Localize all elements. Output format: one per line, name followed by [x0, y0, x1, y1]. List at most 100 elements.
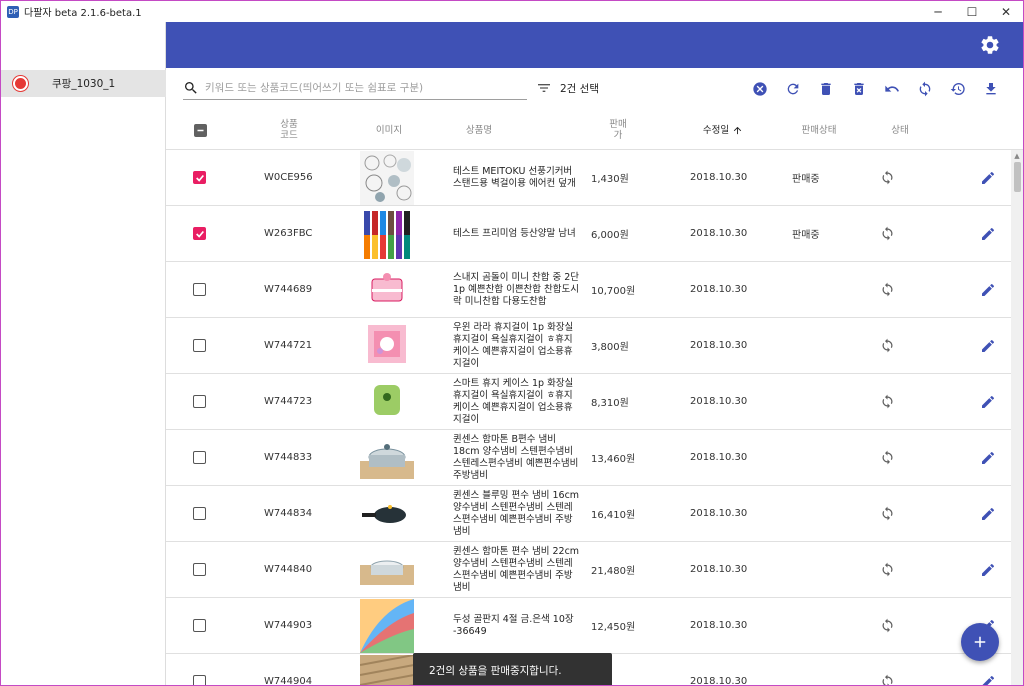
row-checkbox[interactable] — [193, 318, 206, 373]
selection-count: 2건 선택 — [560, 83, 599, 95]
action-toolbar — [743, 78, 1007, 100]
download-icon[interactable] — [974, 78, 1007, 100]
sidebar: 쿠팡_1030_1 — [1, 22, 166, 685]
header-sale-status[interactable]: 판매상태 — [784, 110, 854, 150]
select-all-checkbox[interactable] — [192, 110, 208, 150]
table-row[interactable]: W744840 퀸센스 함마톤 편수 냄비 22cm 양수냄비 스텐편수냄비 스… — [166, 542, 1011, 598]
add-icon — [974, 636, 986, 648]
row-code: W744721 — [264, 340, 313, 351]
row-image — [360, 374, 414, 429]
row-checkbox[interactable] — [193, 262, 206, 317]
row-checkbox[interactable] — [193, 542, 206, 597]
row-code: W744834 — [264, 508, 313, 519]
row-code: W744689 — [264, 284, 313, 295]
search-box — [183, 76, 527, 100]
row-image — [360, 206, 414, 261]
row-code: W744904 — [264, 676, 313, 686]
row-image — [360, 318, 414, 373]
minimize-button[interactable]: ─ — [921, 1, 955, 22]
sync-icon[interactable] — [880, 318, 895, 373]
row-code: W0CE956 — [264, 172, 313, 183]
edit-icon[interactable] — [980, 374, 996, 429]
table-row[interactable]: W744721 우윈 라라 휴지걸이 1p 화장실휴지걸이 욕실휴지걸이 ㅎ휴지… — [166, 318, 1011, 374]
refresh-icon[interactable] — [776, 78, 809, 100]
row-date: 2018.10.30 — [690, 228, 748, 239]
search-input[interactable] — [205, 81, 515, 94]
sync-icon[interactable] — [880, 262, 895, 317]
edit-icon[interactable] — [980, 542, 996, 597]
arrow-up-icon — [733, 126, 742, 134]
table-row[interactable]: W0CE956 테스트 MEITOKU 선풍기커버 스탠드용 벽걸이용 에어컨 … — [166, 150, 1011, 206]
row-checkbox[interactable] — [193, 598, 206, 653]
row-checkbox[interactable] — [193, 374, 206, 429]
row-code: W744723 — [264, 396, 313, 407]
undo-icon[interactable] — [875, 78, 908, 100]
header-date[interactable]: 수정일 — [688, 110, 758, 150]
row-date: 2018.10.30 — [690, 620, 748, 631]
sync-icon[interactable] — [908, 78, 941, 100]
header-status[interactable]: 상태 — [878, 110, 922, 150]
toolbar: 2건 선택 — [166, 68, 1023, 110]
edit-icon[interactable] — [980, 206, 996, 261]
row-sale-status: 판매중 — [792, 174, 820, 185]
row-name-cell: 테스트 MEITOKU 선풍기커버 스탠드용 벽걸이용 에어컨 덮개 — [453, 150, 581, 205]
delete-forever-icon[interactable] — [842, 78, 875, 100]
table-header: 상품 코드 이미지 상품명 판매 가 수정일 판매상태 상태 — [166, 110, 1023, 150]
edit-icon[interactable] — [980, 430, 996, 485]
row-image — [360, 150, 414, 205]
history-icon[interactable] — [941, 78, 974, 100]
table-row[interactable]: W744689 스내지 곰돌이 미니 찬합 중 2단 1p 예쁜찬합 이쁜찬합 … — [166, 262, 1011, 318]
sync-icon[interactable] — [880, 654, 895, 685]
maximize-button[interactable]: ☐ — [955, 1, 989, 22]
row-checkbox[interactable] — [193, 206, 206, 261]
app-icon: DP — [7, 5, 19, 18]
gear-icon[interactable] — [979, 34, 1001, 56]
edit-icon[interactable] — [980, 318, 996, 373]
row-name: 스마트 휴지 케이스 1p 화장실휴지걸이 욕실휴지걸이 ㅎ휴지케이스 예쁜휴지… — [453, 377, 574, 425]
row-price: 6,000원 — [591, 230, 629, 241]
header-image: 이미지 — [375, 124, 403, 136]
window-controls: ─ ☐ ✕ — [921, 1, 1023, 22]
header-code[interactable]: 상품 코드 — [264, 110, 314, 150]
row-checkbox[interactable] — [193, 486, 206, 541]
row-checkbox[interactable] — [193, 150, 206, 205]
row-checkbox[interactable] — [193, 654, 206, 685]
header-name[interactable]: 상품명 — [454, 110, 504, 150]
row-name: 퀸센스 블루밍 편수 냄비 16cm 양수냄비 스텐편수냄비 스텐레스편수냄비 … — [453, 489, 580, 537]
table-row[interactable]: W744903 두성 골판지 4절 금.은색 10장 -36649 12,450… — [166, 598, 1011, 654]
header-date-label: 수정일 — [702, 124, 730, 136]
row-date: 2018.10.30 — [690, 340, 748, 351]
scroll-thumb[interactable] — [1014, 162, 1021, 192]
close-button[interactable]: ✕ — [989, 1, 1023, 22]
sync-icon[interactable] — [880, 374, 895, 429]
add-button[interactable] — [961, 623, 999, 661]
edit-icon[interactable] — [980, 150, 996, 205]
edit-icon[interactable] — [980, 262, 996, 317]
table-row[interactable]: W744723 스마트 휴지 케이스 1p 화장실휴지걸이 욕실휴지걸이 ㅎ휴지… — [166, 374, 1011, 430]
row-checkbox[interactable] — [193, 430, 206, 485]
coupang-logo-icon — [13, 76, 28, 91]
row-name-cell: 퀸센스 함마톤 B편수 냄비 18cm 양수냄비 스텐편수냄비 스텐레스편수냄비… — [453, 430, 581, 485]
header-price[interactable]: 판매 가 — [598, 110, 638, 150]
table-row[interactable]: W744834 퀸센스 블루밍 편수 냄비 16cm 양수냄비 스텐편수냄비 스… — [166, 486, 1011, 542]
row-code: W744833 — [264, 452, 313, 463]
table-row[interactable]: W263FBC 테스트 프리미엄 등산양말 남녀 6,000원 2018.10.… — [166, 206, 1011, 262]
sync-icon[interactable] — [880, 150, 895, 205]
vertical-scrollbar[interactable]: ▲ — [1011, 150, 1023, 685]
sync-icon[interactable] — [880, 486, 895, 541]
table-row[interactable]: W744833 퀸센스 함마톤 B편수 냄비 18cm 양수냄비 스텐편수냄비 … — [166, 430, 1011, 486]
scroll-up-icon[interactable]: ▲ — [1011, 152, 1023, 160]
sync-icon[interactable] — [880, 206, 895, 261]
sidebar-item-coupang[interactable]: 쿠팡_1030_1 — [1, 70, 166, 97]
sync-icon[interactable] — [880, 542, 895, 597]
row-code: W263FBC — [264, 228, 313, 239]
filter-icon[interactable] — [536, 80, 552, 96]
cancel-circle-icon[interactable] — [743, 78, 776, 100]
row-date: 2018.10.30 — [690, 396, 748, 407]
edit-icon[interactable] — [980, 486, 996, 541]
sync-icon[interactable] — [880, 598, 895, 653]
row-code: W744903 — [264, 620, 313, 631]
sync-icon[interactable] — [880, 430, 895, 485]
row-sale-status: 판매중 — [792, 230, 820, 241]
delete-icon[interactable] — [809, 78, 842, 100]
